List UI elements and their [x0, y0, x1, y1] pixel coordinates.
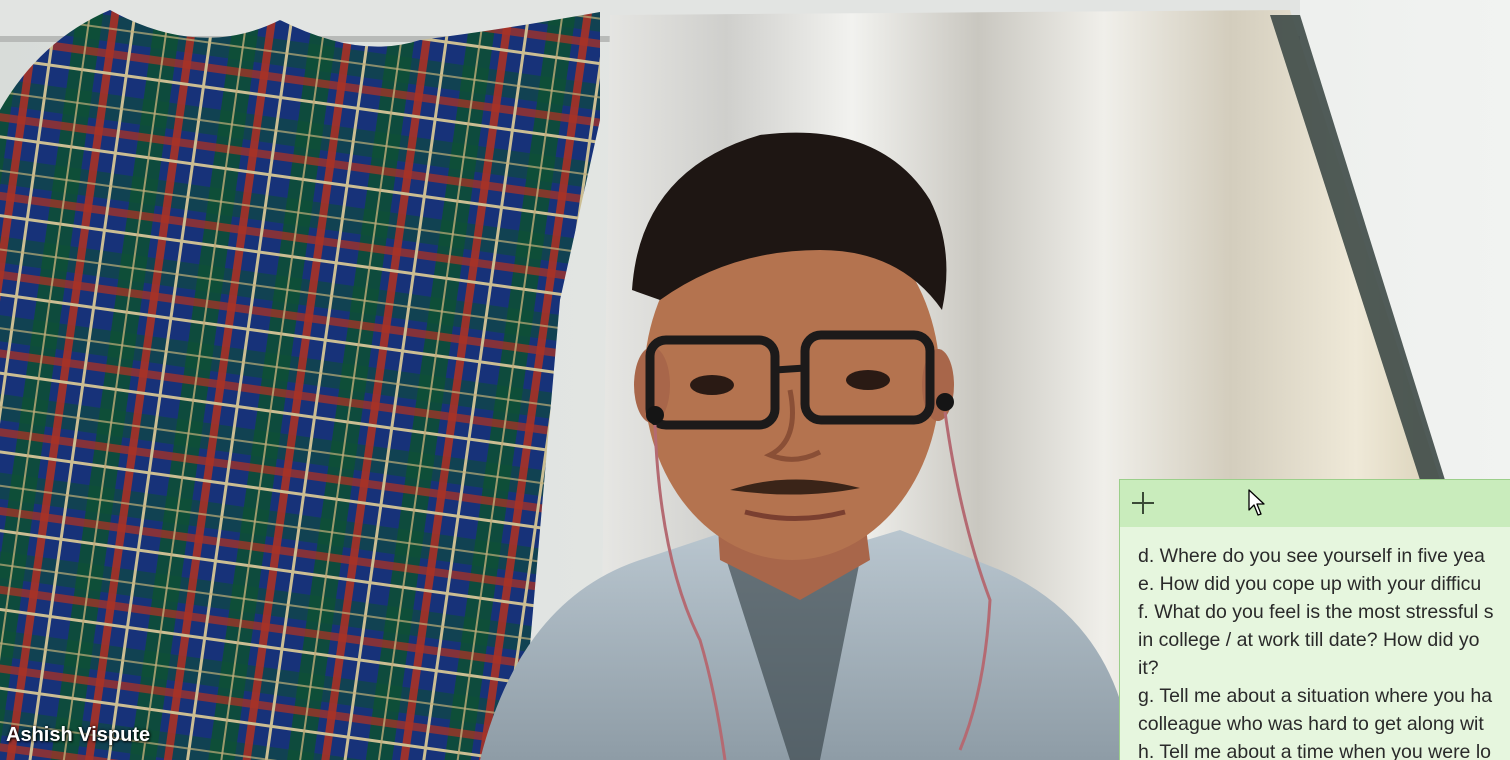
plus-icon[interactable]	[1129, 489, 1157, 517]
note-line: it?	[1138, 657, 1159, 679]
note-line: d. Where do you see yourself in five yea	[1138, 545, 1485, 567]
mouse-pointer-icon	[1248, 489, 1265, 516]
note-line: f. What do you feel is the most stressfu…	[1138, 601, 1494, 623]
note-line: colleague who was hard to get along wit	[1138, 713, 1484, 735]
participant-name-label: Ashish Vispute	[6, 724, 151, 746]
note-line: e. How did you cope up with your difficu	[1138, 573, 1482, 595]
sticky-note[interactable]: d. Where do you see yourself in five yea…	[1119, 479, 1510, 760]
note-line: g. Tell me about a situation where you h…	[1138, 685, 1493, 707]
sticky-note-body[interactable]: d. Where do you see yourself in five yea…	[1138, 542, 1510, 760]
sticky-note-header[interactable]	[1120, 480, 1510, 527]
note-line: in college / at work till date? How did …	[1138, 629, 1480, 651]
note-line: h. Tell me about a time when you were lo	[1138, 741, 1491, 760]
